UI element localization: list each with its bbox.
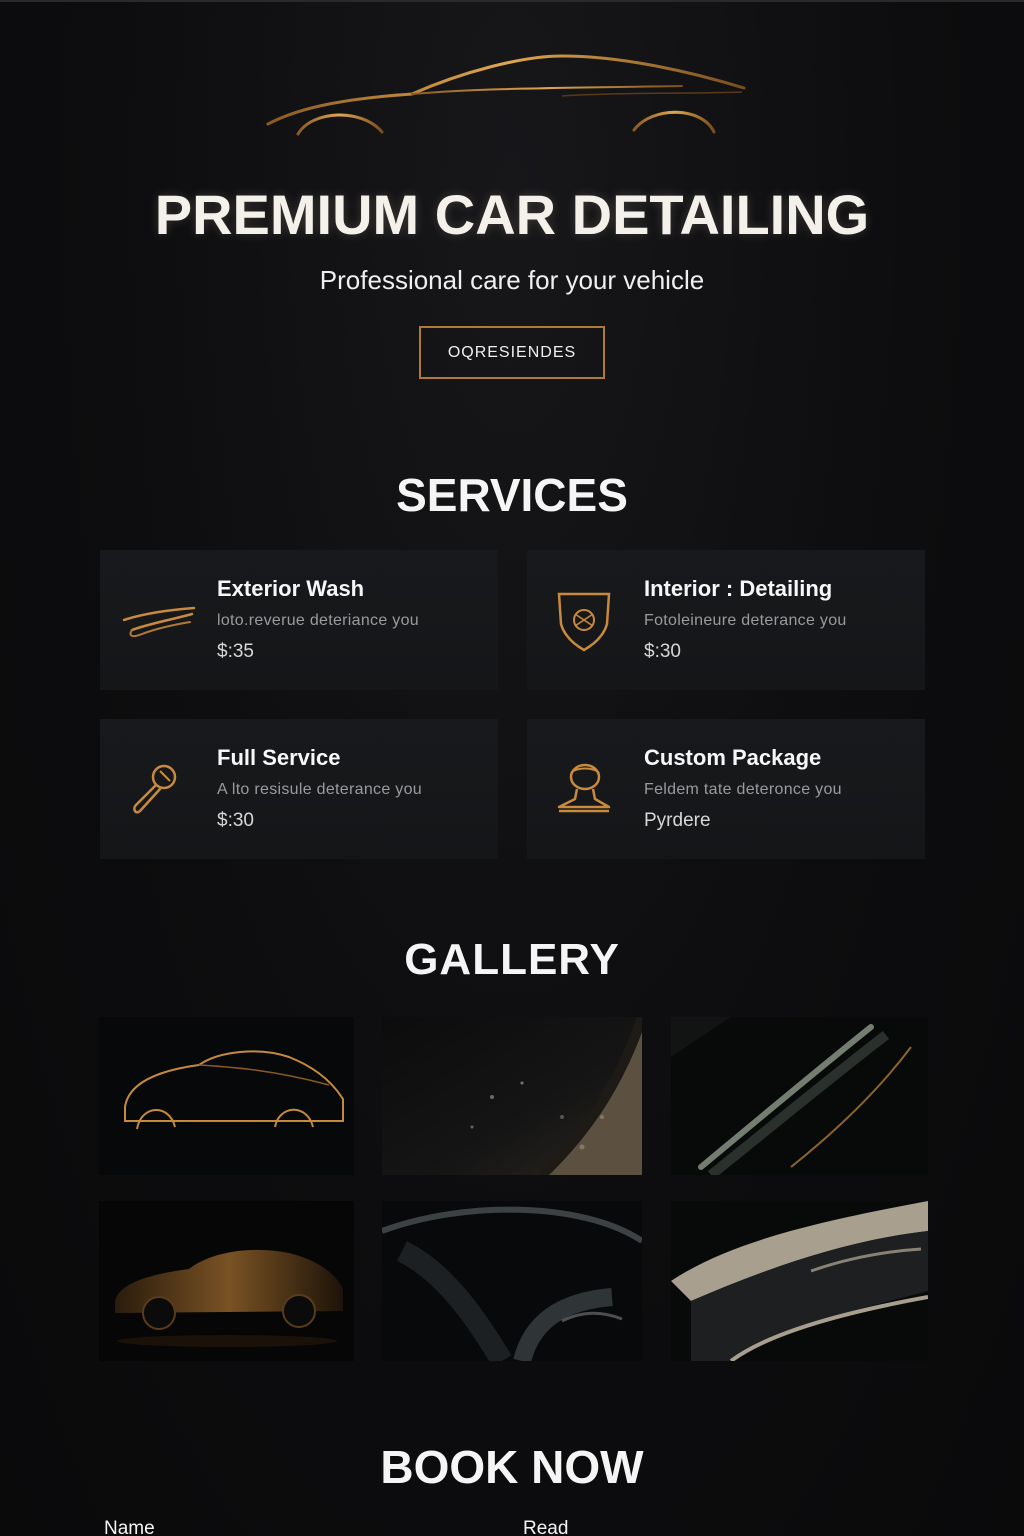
service-price: $:35 (217, 641, 254, 662)
service-description: Fotoleineure deterance you (644, 612, 847, 629)
service-name: Full Service (217, 745, 341, 770)
service-name: Interior : Detailing (644, 576, 833, 601)
gallery-image-car-outline[interactable] (99, 1017, 354, 1175)
car-silhouette-icon (262, 48, 762, 148)
person-bust-icon (545, 749, 623, 827)
service-name: Custom Package (644, 745, 822, 770)
top-divider (0, 0, 1024, 2)
wrench-icon (118, 749, 196, 827)
page-title: PREMIUM CAR DETAILING (154, 183, 870, 246)
gallery-image-headlight[interactable] (671, 1201, 928, 1361)
name-field-label: Name (104, 1518, 155, 1536)
gallery-heading: GALLERY (404, 935, 620, 984)
gallery-image-body-curve[interactable] (671, 1017, 928, 1175)
hero-subtitle: Professional care for your vehicle (319, 265, 705, 295)
service-price: $:30 (644, 641, 681, 662)
gallery-image-texture[interactable] (382, 1017, 642, 1175)
wash-streak-icon (118, 580, 196, 658)
service-card-full-service[interactable]: Full Service A lto resisule deterance yo… (100, 719, 498, 859)
gallery-image-interior[interactable] (382, 1201, 642, 1361)
service-price: $:30 (217, 810, 254, 831)
read-field-label: Read (523, 1518, 569, 1536)
service-description: loto.reverue deteriance you (217, 612, 419, 629)
service-price: Pyrdere (644, 810, 711, 831)
services-heading: SERVICES (396, 469, 628, 521)
service-card-interior-detailing[interactable]: Interior : Detailing Fotoleineure detera… (527, 550, 925, 690)
shield-crest-icon (545, 580, 623, 658)
page: PREMIUM CAR DETAILING Professional care … (0, 0, 1024, 1536)
service-card-exterior-wash[interactable]: Exterior Wash loto.reverue deteriance yo… (100, 550, 498, 690)
service-description: A lto resisule deterance you (217, 781, 422, 798)
service-card-custom-package[interactable]: Custom Package Feldem tate deteronce you… (527, 719, 925, 859)
service-description: Feldem tate deteronce you (644, 781, 842, 798)
gallery-image-car-profile[interactable] (99, 1201, 354, 1361)
book-now-heading: BOOK NOW (380, 1441, 644, 1493)
cta-button[interactable]: OQRESIENDES (419, 326, 605, 379)
service-name: Exterior Wash (217, 576, 365, 601)
